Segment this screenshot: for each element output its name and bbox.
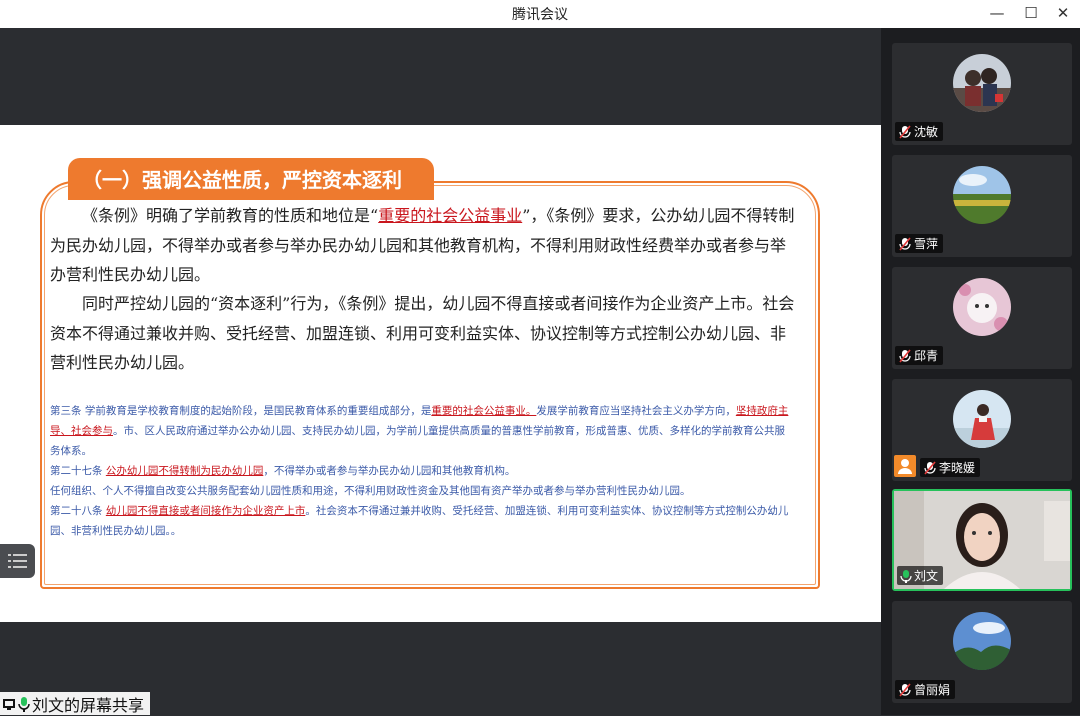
participant-name-tag: 沈敏 xyxy=(895,122,944,141)
minimize-button[interactable]: — xyxy=(982,2,1012,26)
article-3-text-1: 第三条 学前教育是学校教育制度的起始阶段，是国民教育体系的重要组成部分，是 xyxy=(50,405,432,417)
participant-name: 雪萍 xyxy=(914,237,939,251)
article-27-highlight: 公办幼儿园不得转制为民办幼儿园 xyxy=(105,465,264,477)
participant-name-tag: 李晓媛 xyxy=(920,458,981,477)
screen-share-icon xyxy=(3,698,15,710)
article-28-highlight: 幼儿园不得直接或者间接作为企业资产上市 xyxy=(105,505,306,517)
section-title: （一）强调公益性质，严控资本逐利 xyxy=(82,168,402,192)
article-27-clause-2: 任何组织、个人不得擅自改变公共服务配套幼儿园性质和用途，不得利用财政性资金及其他… xyxy=(50,485,691,497)
paragraph-2-text: 同时严控幼儿园的“资本逐利”行为，《条例》提出，幼儿园不得直接或者间接作为企业资… xyxy=(50,294,795,372)
microphone-muted-icon xyxy=(899,682,911,697)
microphone-muted-icon xyxy=(899,348,911,363)
article-27-text-1: 第二十七条 xyxy=(50,465,106,477)
microphone-icon xyxy=(18,696,30,712)
participant-name-tag: 邱青 xyxy=(895,346,944,365)
avatar xyxy=(953,390,1011,448)
screen-share-label[interactable]: 刘文的屏幕共享 xyxy=(0,692,151,715)
microphone-muted-icon xyxy=(899,124,911,139)
paragraph-2: 同时严控幼儿园的“资本逐利”行为，《条例》提出，幼儿园不得直接或者间接作为企业资… xyxy=(50,289,795,378)
participant-name: 曾丽娟 xyxy=(914,683,951,697)
participant-name-tag: 雪萍 xyxy=(895,234,944,253)
avatar xyxy=(953,166,1011,224)
microphone-muted-icon xyxy=(899,236,911,251)
article-3-text-2: 发展学前教育应当坚持社会主义办学方向， xyxy=(536,405,736,417)
close-button[interactable]: ✕ xyxy=(1048,2,1078,26)
article-3: 第三条 学前教育是学校教育制度的起始阶段，是国民教育体系的重要组成部分，是重要的… xyxy=(50,401,795,461)
participant-name-tag: 刘文 xyxy=(897,566,944,585)
article-27: 第二十七条 公办幼儿园不得转制为民办幼儿园，不得举办或者参与举办民办幼儿园和其他… xyxy=(50,461,795,481)
article-27-text-2: ，不得举办或者参与举办民办幼儿园和其他教育机构。 xyxy=(263,465,516,477)
paragraph-1-highlight: 重要的社会公益事业 xyxy=(378,206,523,225)
participant-tile-6[interactable]: 曾丽娟 xyxy=(892,601,1072,703)
participant-name: 李晓媛 xyxy=(939,461,976,475)
participant-tile-5-active[interactable]: 刘文 xyxy=(892,489,1072,591)
microphone-active-icon xyxy=(900,569,912,583)
participant-name-tag: 曾丽娟 xyxy=(895,680,956,699)
microphone-muted-icon xyxy=(924,460,936,475)
title-bar: 腾讯会议 — ☐ ✕ xyxy=(0,0,1080,28)
participant-tile-3[interactable]: 邱青 xyxy=(892,267,1072,369)
participant-name: 刘文 xyxy=(914,569,939,583)
article-28: 第二十八条 幼儿园不得直接或者间接作为企业资产上市。社会资本不得通过兼并收购、受… xyxy=(50,501,795,541)
participant-name: 邱青 xyxy=(914,349,939,363)
article-3-text-3: 。市、区人民政府通过举办公办幼儿园、支持民办幼儿园，为学前儿童提供高质量的普惠性… xyxy=(50,425,785,457)
article-28-text-1: 第二十八条 xyxy=(50,505,106,517)
host-badge-icon xyxy=(894,455,916,477)
articles-excerpt: 第三条 学前教育是学校教育制度的起始阶段，是国民教育体系的重要组成部分，是重要的… xyxy=(50,401,795,541)
shared-screen: （一）强调公益性质，严控资本逐利 《条例》明确了学前教育的性质和地位是“重要的社… xyxy=(0,28,881,715)
participant-name: 沈敏 xyxy=(914,125,939,139)
screen-share-text: 刘文的屏幕共享 xyxy=(32,695,145,715)
maximize-button[interactable]: ☐ xyxy=(1016,2,1046,26)
section-title-tab: （一）强调公益性质，严控资本逐利 xyxy=(68,158,434,200)
participant-tile-2[interactable]: 雪萍 xyxy=(892,155,1072,257)
participant-tile-4[interactable]: 李晓媛 xyxy=(892,379,1072,481)
avatar xyxy=(953,278,1011,336)
article-3-highlight-1: 重要的社会公益事业。 xyxy=(431,405,537,417)
avatar xyxy=(953,54,1011,112)
window-title: 腾讯会议 xyxy=(512,7,568,23)
participants-panel: 沈敏 雪萍 邱青 李晓媛 刘文 曾丽娟 xyxy=(881,28,1080,715)
participant-tile-1[interactable]: 沈敏 xyxy=(892,43,1072,145)
paragraph-1-text-a: 《条例》明确了学前教育的性质和地位是“ xyxy=(82,206,379,225)
avatar xyxy=(953,612,1011,670)
slide: （一）强调公益性质，严控资本逐利 《条例》明确了学前教育的性质和地位是“重要的社… xyxy=(0,125,881,622)
list-icon[interactable] xyxy=(0,544,35,578)
paragraph-1: 《条例》明确了学前教育的性质和地位是“重要的社会公益事业”，《条例》要求，公办幼… xyxy=(50,201,795,290)
